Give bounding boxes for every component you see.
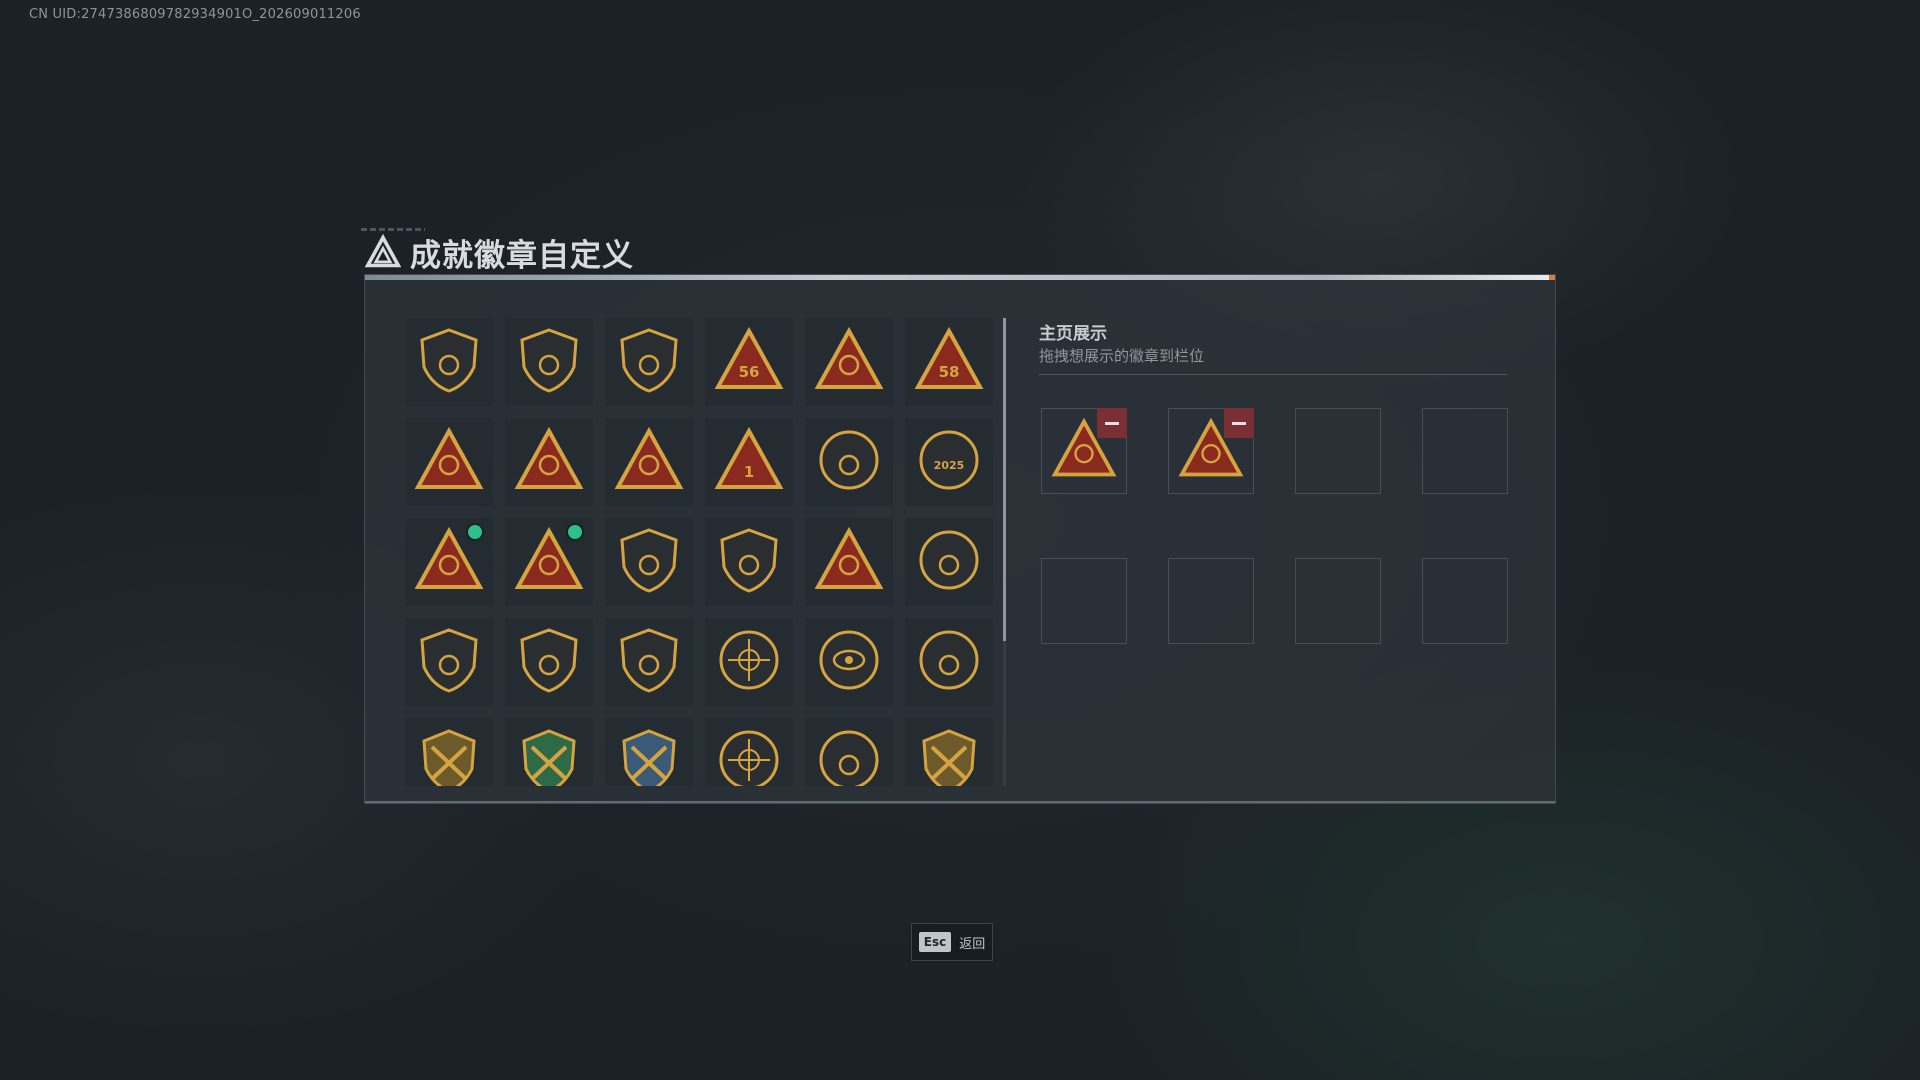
crossed-rifles-gold-badge-icon [414, 725, 484, 786]
scrollbar-thumb[interactable] [1003, 318, 1006, 641]
badge-cell[interactable]: 58 [905, 318, 993, 406]
radio-badge-icon [814, 325, 884, 399]
sniper-badge-icon [714, 725, 784, 786]
number-one-badge-icon: 1 [714, 425, 784, 499]
badge-cell[interactable] [505, 518, 593, 606]
crossed-rifles-green-badge-icon [514, 725, 584, 786]
badge-label: 2025 [934, 459, 965, 472]
showcase-divider [1039, 374, 1507, 375]
panel-bottom-border [365, 801, 1555, 803]
showcase-title: 主页展示 [1039, 324, 1107, 344]
badge-grid-scrollbar[interactable] [1003, 318, 1006, 786]
back-button[interactable]: Esc 返回 [911, 923, 993, 961]
badge-label: 56 [739, 363, 760, 381]
badge-cell[interactable] [405, 418, 493, 506]
badge-cell[interactable]: 2025 [905, 418, 993, 506]
badge-grid-viewport[interactable]: 56 58 1 2025 [405, 318, 995, 786]
badge-cell[interactable] [805, 418, 893, 506]
pistol-badge-icon [814, 725, 884, 786]
page-title: 成就徽章自定义 [410, 237, 634, 274]
remove-badge-button[interactable] [1097, 408, 1127, 438]
shield-plain-badge-icon [414, 625, 484, 699]
showcase-subtitle: 拖拽想展示的徽章到栏位 [1039, 347, 1205, 365]
turret-badge-icon [414, 425, 484, 499]
crossed-rifles-blue-badge-icon [614, 725, 684, 786]
showcase-slot-empty[interactable] [1295, 408, 1381, 494]
shield-core-badge-icon [614, 525, 684, 599]
badge-cell[interactable] [605, 618, 693, 706]
new-indicator-dot [568, 525, 582, 539]
page-header: 成就徽章自定义 [361, 228, 634, 274]
showcase-slot-filled[interactable] [1041, 408, 1127, 494]
back-label: 返回 [959, 936, 986, 952]
jet-shield-badge-icon [614, 325, 684, 399]
badge-cell[interactable] [705, 618, 793, 706]
badge-cell[interactable] [605, 718, 693, 786]
badge-cell[interactable] [705, 718, 793, 786]
showcase-slots [1041, 408, 1508, 644]
badge-cell[interactable] [505, 618, 593, 706]
badge-cell[interactable] [805, 718, 893, 786]
badge-cell[interactable] [605, 518, 693, 606]
badge-cell[interactable] [405, 518, 493, 606]
rock-hand-badge-icon [514, 425, 584, 499]
badge-grid: 56 58 1 2025 [405, 318, 995, 786]
showcase-slot-filled[interactable] [1168, 408, 1254, 494]
shield-stars-gold-badge-icon [514, 625, 584, 699]
badge-cell[interactable] [405, 718, 493, 786]
year-2025-badge-icon: 2025 [914, 425, 984, 499]
badge-cell[interactable] [805, 618, 893, 706]
badge-cell[interactable] [805, 318, 893, 406]
showcase-slot-empty[interactable] [1041, 558, 1127, 644]
badge-cell[interactable] [405, 618, 493, 706]
mask-56-badge-icon: 56 [714, 325, 784, 399]
badge-label: 58 [939, 363, 960, 381]
badge-cell[interactable] [605, 318, 693, 406]
round-emblem-badge-icon [814, 425, 884, 499]
panel-top-border [365, 275, 1555, 280]
showcase-slot-empty[interactable] [1422, 558, 1508, 644]
squad-badge-icon [714, 525, 784, 599]
badge-cell[interactable] [905, 618, 993, 706]
new-indicator-dot [468, 525, 482, 539]
badge-cell[interactable] [605, 418, 693, 506]
badge-cell[interactable] [905, 518, 993, 606]
showcase-slot-empty[interactable] [1422, 408, 1508, 494]
badge-cell[interactable] [805, 518, 893, 606]
crosshair-badge-icon [714, 625, 784, 699]
rocket-badge-icon [814, 525, 884, 599]
card-58-badge-icon: 58 [914, 325, 984, 399]
badge-customize-panel: 56 58 1 2025 主页展示 拖拽想展示的徽章到栏位 [364, 274, 1556, 804]
crossed-rifles-gold-2-badge-icon [914, 725, 984, 786]
badge-cell[interactable] [405, 318, 493, 406]
badge-cell[interactable] [705, 518, 793, 606]
delta-logo-icon [364, 233, 402, 271]
remove-badge-button[interactable] [1224, 408, 1254, 438]
triangle-shield-badge-icon [414, 325, 484, 399]
minus-icon [1232, 421, 1246, 425]
flower-badge-icon [914, 625, 984, 699]
badge-label: 1 [744, 463, 754, 481]
minus-icon [1105, 421, 1119, 425]
eye-badge-icon [814, 625, 884, 699]
header-accent [361, 228, 425, 231]
showcase-slot-empty[interactable] [1168, 558, 1254, 644]
badge-cell[interactable] [505, 718, 593, 786]
esc-key-hint: Esc [918, 932, 952, 952]
badge-cell[interactable] [505, 418, 593, 506]
shield-stars-red-badge-icon [614, 625, 684, 699]
badge-cell[interactable] [505, 318, 593, 406]
uid-text: CN UID:2747386809782934901O_202609011206 [29, 7, 361, 22]
badge-cell[interactable] [905, 718, 993, 786]
badge-cell[interactable]: 1 [705, 418, 793, 506]
boat-badge-icon [614, 425, 684, 499]
helicopter-badge-icon [514, 325, 584, 399]
star-medal-badge-icon [914, 525, 984, 599]
showcase-slot-empty[interactable] [1295, 558, 1381, 644]
badge-cell[interactable]: 56 [705, 318, 793, 406]
